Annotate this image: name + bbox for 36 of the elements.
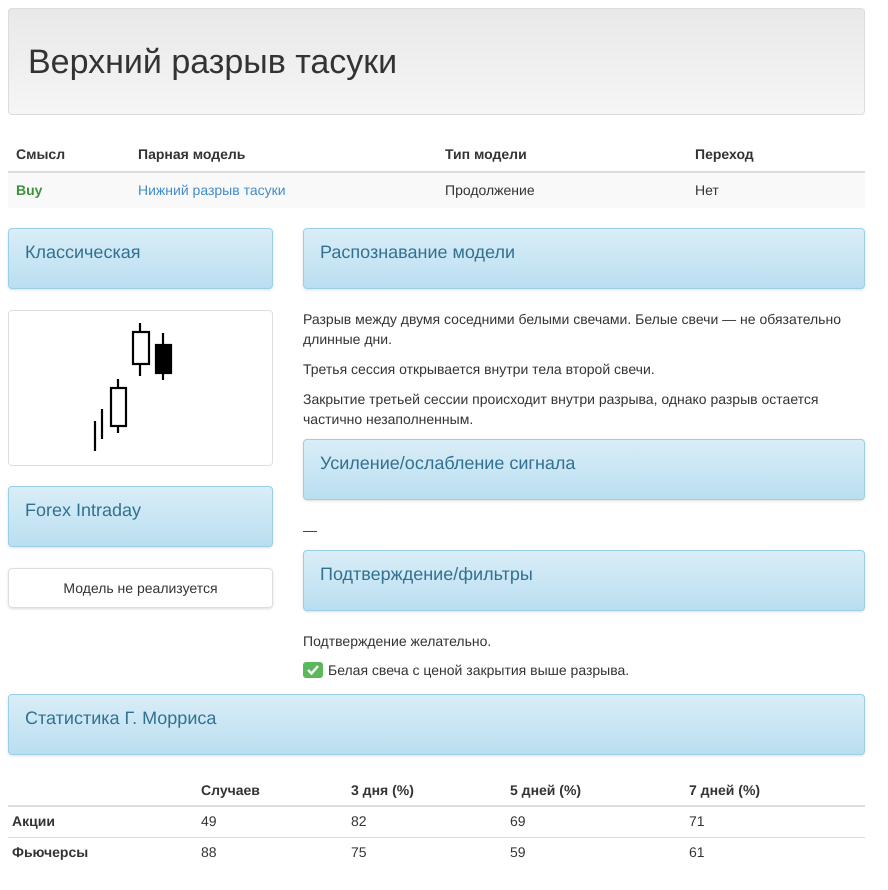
panel-title: Forex Intraday [25,499,142,521]
column-header: 3 дня (%) [347,776,506,806]
panel-title: Подтверждение/фильтры [320,563,534,585]
signal-cell: Buy [8,172,130,208]
table-cell: 88 [197,837,347,868]
column-header: Случаев [197,776,347,806]
panel-title: Распознавание модели [320,241,516,263]
paragraph: Разрыв между двумя соседними белыми свечами. Белые свечи — не обязательно длинные дни. [303,310,842,349]
table-cell: Нет [687,172,865,208]
card-text: Модель не реализуется [63,578,218,598]
pattern-link[interactable]: Нижний разрыв тасуки [138,182,286,198]
table-cell: 49 [197,806,347,837]
table-cell: 61 [685,837,865,868]
table-cell: 69 [506,806,685,837]
paragraph: Третья сессия открывается внутри тела второй свечи. [303,360,656,379]
panel-title: Статистика Г. Морриса [25,707,218,729]
column-header: Тип модели [437,138,687,172]
page-title: Верхний разрыв тасуки [28,44,398,78]
column-header: Парная модель [130,138,437,172]
table-cell: Продолжение [437,172,687,208]
row-header: Фьючерсы [8,837,197,868]
column-header: Переход [687,138,865,172]
column-header: 7 дней (%) [685,776,865,806]
column-header: Смысл [8,138,130,172]
table-cell: 59 [506,837,685,868]
row-header: Акции [8,806,197,837]
table-cell: 82 [347,806,506,837]
table-cell: 71 [685,806,865,837]
paragraph: Подтверждение желательно. [303,632,492,651]
panel-title: Классическая [25,241,142,263]
paragraph: — [303,521,318,540]
table-cell: 75 [347,837,506,868]
checklist-text: Белая свеча с ценой закрытия выше разрыва. [328,661,630,680]
column-header: 5 дней (%) [506,776,685,806]
panel-title: Усиление/ослабление сигнала [320,452,576,474]
paragraph: Закрытие третьей сессии происходит внутри разрыва, однако разрыв остается частично незаполненным. [303,390,820,429]
